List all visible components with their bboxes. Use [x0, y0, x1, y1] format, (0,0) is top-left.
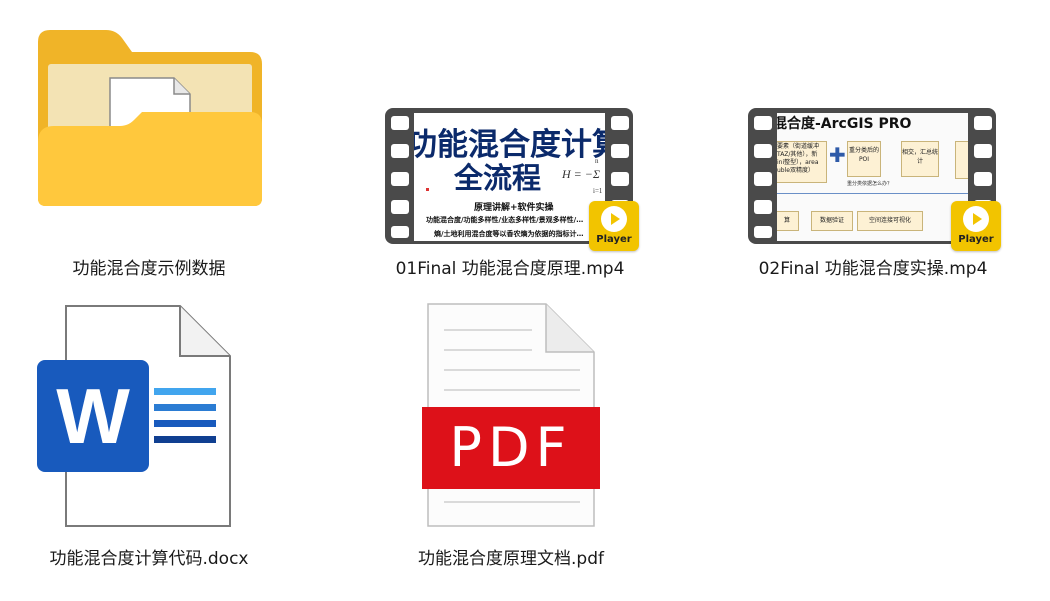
- video-file-icon: 功能混合度计算 全流程 H = −Σ n i=1 原理讲解+软件实操 功能混合度…: [385, 20, 639, 260]
- thumb-formula: H = −Σ: [562, 167, 600, 181]
- video-file-item[interactable]: 功能混合度计算 全流程 H = −Σ n i=1 原理讲解+软件实操 功能混合度…: [385, 20, 639, 290]
- video-file-icon: 混合度-ArcGIS PRO 要素（街道缓冲 TAZ/其他），新 ini整型），…: [748, 20, 1001, 260]
- flow-box-3: 相交，汇总统计: [901, 141, 939, 177]
- file-name: 功能混合度示例数据: [72, 259, 226, 279]
- flow-box-6: 空间连接可视化: [857, 211, 923, 231]
- play-icon: [601, 206, 627, 232]
- player-badge: Player: [951, 201, 1001, 251]
- flow-note: 重分类依据怎么办？: [847, 181, 893, 187]
- word-letter: W: [56, 372, 130, 460]
- thumb-title-2: 全流程: [454, 163, 542, 195]
- file-name: 01Final 功能混合度原理.mp4: [395, 259, 625, 279]
- play-icon: [963, 206, 989, 232]
- thumb-title: 混合度-ArcGIS PRO: [777, 116, 912, 132]
- word-file-item[interactable]: W 功能混合度计算代码.docx: [24, 300, 274, 580]
- folder-icon: [24, 20, 274, 260]
- file-name: 02Final 功能混合度实操.mp4: [758, 259, 988, 279]
- video-thumbnail: 功能混合度计算 全流程 H = −Σ n i=1 原理讲解+软件实操 功能混合度…: [414, 113, 605, 241]
- file-name: 功能混合度原理文档.pdf: [418, 549, 604, 569]
- player-badge: Player: [589, 201, 639, 251]
- thumb-line3: 功能混合度/功能多样性/业态多样性/景观多样性/…: [426, 216, 584, 224]
- video-thumbnail: 混合度-ArcGIS PRO 要素（街道缓冲 TAZ/其他），新 ini整型），…: [777, 113, 968, 241]
- video-file-item[interactable]: 混合度-ArcGIS PRO 要素（街道缓冲 TAZ/其他），新 ini整型），…: [748, 20, 1001, 290]
- flow-box-edge: [955, 141, 968, 179]
- file-name: 功能混合度计算代码.docx: [49, 549, 249, 569]
- thumb-sum-top: n: [595, 157, 599, 165]
- thumb-subtitle: 原理讲解+软件实操: [474, 203, 554, 213]
- thumb-dot: [426, 188, 429, 191]
- word-document-icon: W: [24, 300, 274, 540]
- thumb-line4: 熵/土地利用混合度等以香农熵为依据的指标计…: [434, 230, 584, 238]
- flow-box-4: 算: [777, 211, 799, 231]
- plus-icon: ✚: [829, 143, 846, 167]
- flow-box-1: 要素（街道缓冲 TAZ/其他），新 ini整型），area uble双精度）: [777, 141, 827, 183]
- flow-line: [777, 193, 968, 194]
- player-label: Player: [958, 234, 994, 245]
- pdf-banner: PDF: [422, 407, 600, 489]
- folder-item[interactable]: 功能混合度示例数据: [24, 20, 274, 290]
- player-label: Player: [596, 234, 632, 245]
- flow-box-2: 重分类后的POI: [847, 141, 881, 177]
- thumb-sum-bottom: i=1: [593, 187, 603, 195]
- flow-box-5: 数据验证: [811, 211, 853, 231]
